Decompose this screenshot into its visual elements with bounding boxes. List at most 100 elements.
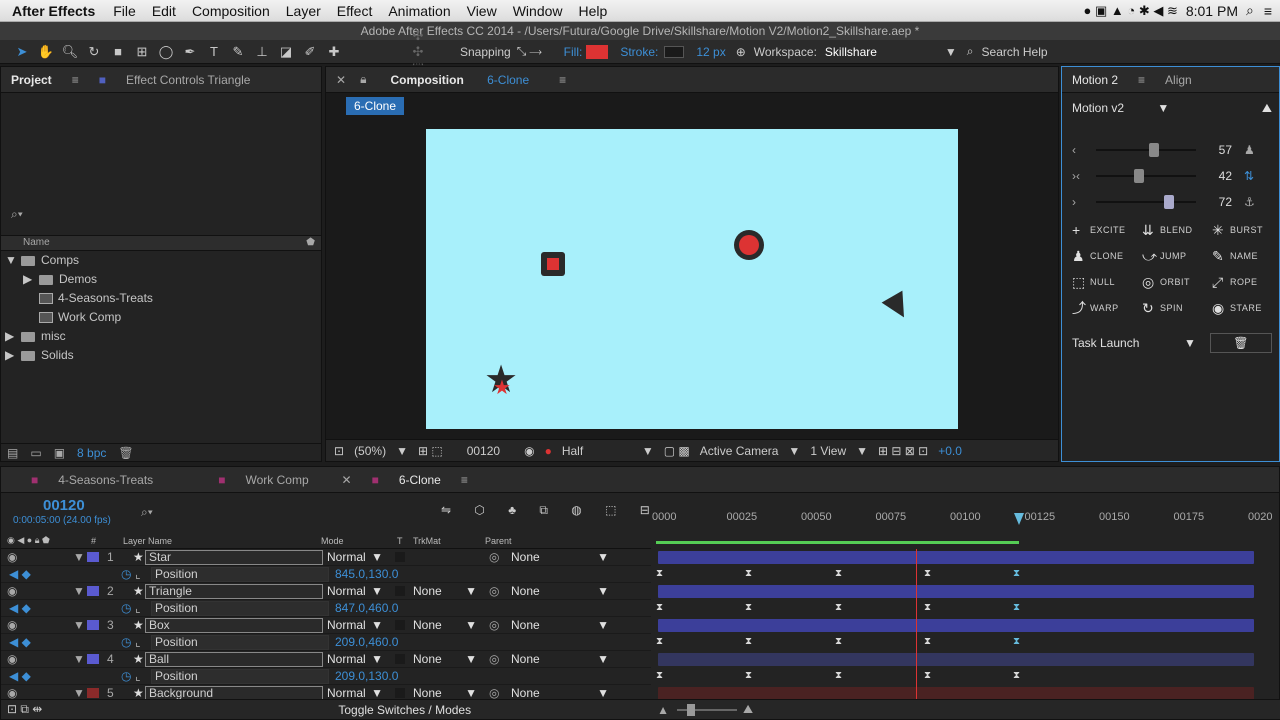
zoom-select[interactable]: (50%) [354,444,386,458]
keyframe[interactable]: ⧗ [656,568,663,579]
layer-name[interactable]: Triangle [145,583,323,599]
zoom-tool-icon[interactable]: 🔍︎ [58,44,82,60]
toggle-switches-modes[interactable]: Toggle Switches / Modes [338,703,471,717]
parent-select[interactable]: None ▼ [511,652,609,666]
bpc-label[interactable]: 8 bpc [77,446,106,460]
column-name[interactable]: Name [23,237,50,248]
footer-icons[interactable]: ⊡ ⧉ ⇹ [1,702,42,717]
keyframe[interactable]: ⧗ [745,670,752,681]
keyframe[interactable]: ⧗ [835,636,842,647]
label-color[interactable] [87,654,99,664]
timeline-switch-icons[interactable]: ⇋ ⬡ ♣ ⧉ ◍ ⬚ ⊟ [441,503,660,518]
menu-help[interactable]: Help [571,3,616,19]
parent-select[interactable]: None ▼ [511,618,609,632]
tab-motion[interactable]: Motion 2 [1062,73,1128,87]
blend-button[interactable]: ⇊ BLEND [1142,217,1212,243]
hand-tool-icon[interactable]: ✋ [34,44,58,60]
zoom-out-icon[interactable]: ▲ [657,703,669,717]
lock-icon[interactable]: 🔒︎ [356,72,370,87]
fill-swatch[interactable] [586,44,609,59]
column-trkmat[interactable]: TrkMat [413,536,485,546]
keyframe[interactable]: ⧗ [745,602,752,613]
track-area[interactable]: ⧗ ⧗ ⧗ ⧗ ⧗ ⧗ ⧗ ⧗ ⧗ ⧗ ⧗ ⧗ ⧗ ⧗ ⧗ ⧗ ⧗ ⧗ ⧗ ⧗ [656,549,1261,700]
color-icon[interactable]: ● [545,444,552,458]
column-layer-name[interactable]: Layer Name [123,536,321,546]
preset-select[interactable]: Motion v2 ▼ [1072,101,1169,116]
column-mode[interactable]: Mode [321,536,397,546]
burst-button[interactable]: ✳ BURST [1212,217,1280,243]
column-parent[interactable]: Parent [485,536,512,546]
graph-icon[interactable]: ⌞ [135,567,151,581]
slider-knob[interactable] [1134,169,1144,183]
ease-slider-1[interactable] [1096,143,1196,157]
tab-effect-controls[interactable]: Effect Controls Triangle [116,73,261,87]
graph-icon[interactable]: ⌞ [135,601,151,615]
snapping-icon[interactable]: ⤡ ⟶ [517,44,542,59]
list-item[interactable]: 4-Seasons-Treats [1,289,321,308]
zoom-in-icon[interactable]: ⛰ [743,702,753,717]
pickwhip-icon[interactable]: ◎ [489,652,511,666]
keyframe[interactable]: ⧗ [924,568,931,579]
expand-icon[interactable]: ▼ [73,686,87,700]
keyframe-nav-icon[interactable]: ◀ ◆ [1,567,41,581]
roto-brush-tool-icon[interactable]: ✐ [298,44,322,60]
stare-button[interactable]: ◉ STARE [1212,295,1280,321]
null-button[interactable]: ⬚ NULL [1072,269,1142,295]
layer-row[interactable]: ◉ ▼ 4 ★ Ball Normal ▼ None ▼ ◎ None ▼ [1,651,651,668]
swap-icon[interactable]: ⇅ [1244,169,1254,183]
panel-menu-icon[interactable]: ≡ [451,473,478,487]
views-select[interactable]: 1 View [810,444,846,458]
zoom-slider[interactable] [676,703,737,716]
close-icon[interactable]: ✕ [326,73,356,87]
chevron-down-icon[interactable]: ▼ [945,45,967,59]
list-item[interactable]: ▶ Demos [1,270,321,289]
trash-button[interactable]: 🗑︎ [1209,333,1272,353]
position-value[interactable]: 845.0,130.0 [329,567,398,581]
tab-composition[interactable]: Composition 6-Clone [370,73,549,87]
layer-row[interactable]: ◉ ▼ 1 ★ Star Normal ▼ ◎ None ▼ [1,549,651,566]
pin-icon[interactable]: ♟ [1244,143,1255,157]
tab-work-comp[interactable]: Work Comp [236,473,332,487]
camera-icon[interactable]: ◉ [524,444,534,458]
roi-icon[interactable]: ▢ ▩ [664,444,690,458]
brush-tool-icon[interactable]: ✎ [226,44,250,60]
label-color[interactable] [87,688,99,698]
keyframe[interactable]: ⧗ [1013,670,1020,681]
keyframe-nav-icon[interactable]: ◀ ◆ [1,601,41,615]
list-item[interactable]: ▼ Comps [1,251,321,270]
mode-select[interactable]: Normal ▼ [323,686,383,700]
pickwhip-icon[interactable]: ◎ [489,618,511,632]
trkmat-select[interactable]: None ▼ [413,618,477,632]
keyframe[interactable]: ⧗ [924,602,931,613]
new-comp-icon[interactable]: ▣ [54,446,65,460]
tag-icon[interactable]: ⬟ [306,236,315,250]
keyframe-nav-icon[interactable]: ◀ ◆ [1,635,41,649]
graph-icon[interactable]: ⌞ [135,669,151,683]
name-button[interactable]: ✎ NAME [1212,243,1280,269]
list-item[interactable]: Work Comp [1,308,321,327]
rotate-tool-icon[interactable]: ↻ [82,44,106,60]
work-area-bar[interactable] [656,541,1019,544]
tab-6-clone[interactable]: 6-Clone [389,473,451,487]
keyframe[interactable]: ⧗ [656,636,663,647]
slider-value-2[interactable]: 42 [1196,169,1232,183]
mode-select[interactable]: Normal ▼ [323,618,383,632]
tab-4-seasons[interactable]: 4-Seasons-Treats [48,473,208,487]
menu-composition[interactable]: Composition [184,3,278,19]
project-search-icon[interactable]: ⌕▾ [11,207,23,222]
workspace-select[interactable]: Skillshare [825,45,945,59]
position-value[interactable]: 209.0,130.0 [329,669,398,683]
app-menu[interactable]: After Effects [0,3,105,19]
keyframe[interactable]: ⧗ [924,636,931,647]
label-color[interactable] [87,552,99,562]
visibility-icon[interactable]: ◉ [1,584,21,598]
search-help-input[interactable]: Search Help [982,45,1048,59]
puppet-tool-icon[interactable]: ✚ [322,44,346,60]
pickwhip-icon[interactable]: ◎ [489,686,511,700]
parent-select[interactable]: None ▼ [511,550,609,564]
playhead[interactable] [1014,513,1024,525]
spin-button[interactable]: ↻ SPIN [1142,295,1212,321]
tab-project[interactable]: Project [1,73,62,87]
stopwatch-icon[interactable]: ◷ [121,669,135,683]
chevron-down-icon[interactable]: ▼ [396,444,408,458]
